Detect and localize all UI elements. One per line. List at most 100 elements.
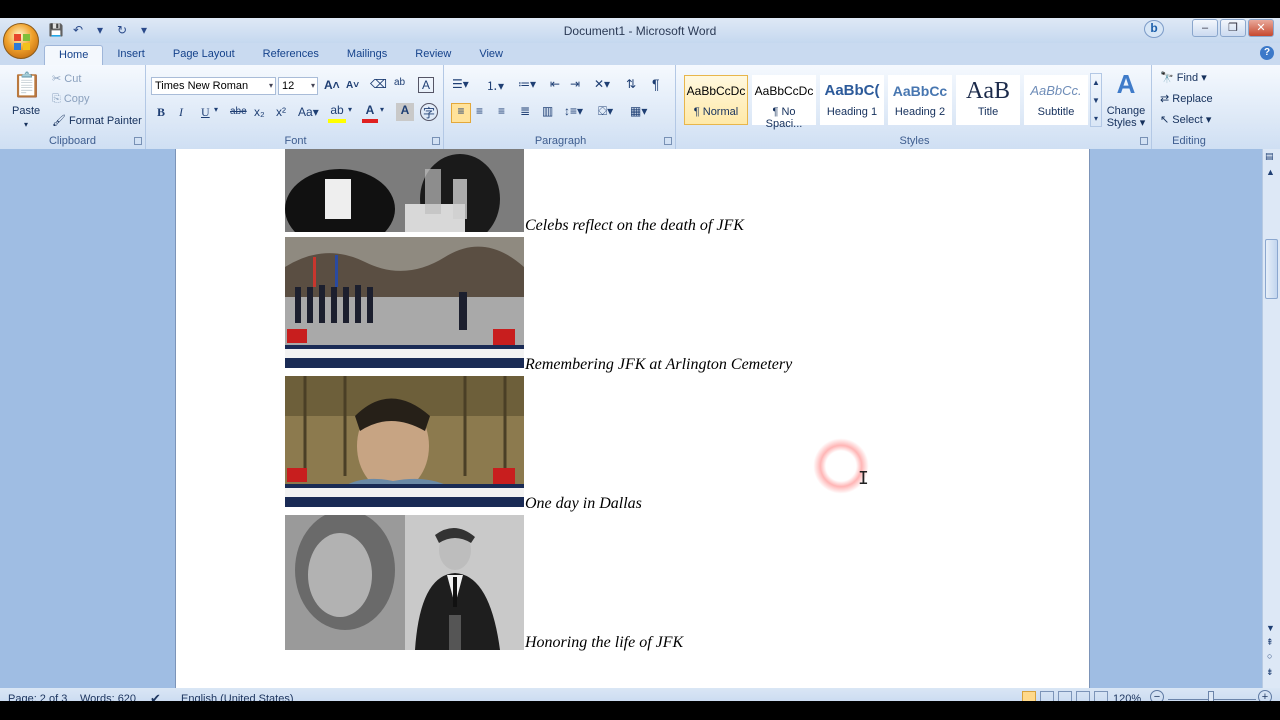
ruler-toggle-icon[interactable]: ▤ (1265, 151, 1274, 162)
italic-button[interactable]: I (179, 105, 183, 120)
format-painter-button[interactable]: 🖌 Format Painter (52, 114, 142, 127)
find-button[interactable]: 🔭 Find ▾ (1160, 71, 1207, 84)
strikethrough-button[interactable]: abe (230, 106, 247, 117)
office-button[interactable] (3, 23, 39, 59)
font-color-icon[interactable]: A (362, 103, 378, 123)
font-launcher-icon[interactable] (432, 137, 440, 145)
highlight-dropdown-icon[interactable]: ▾ (348, 105, 352, 114)
photo-jfk[interactable] (285, 515, 524, 650)
close-button[interactable]: ✕ (1248, 19, 1274, 37)
copy-button[interactable]: ⎘ Copy (52, 93, 90, 106)
shrink-font-icon[interactable]: A˅ (346, 80, 359, 91)
enclose-characters-icon[interactable]: 字 (420, 103, 438, 121)
bold-button[interactable]: B (157, 105, 165, 120)
page-count[interactable]: Page: 2 of 3 (8, 693, 67, 701)
font-size-box[interactable]: 12 ▾ (278, 77, 318, 95)
style-subtitle[interactable]: AaBbCc. Subtitle (1024, 75, 1088, 125)
clear-formatting-icon[interactable]: ⌫ (370, 77, 387, 91)
font-color-dropdown-icon[interactable]: ▾ (380, 105, 384, 114)
previous-page-icon[interactable]: ⇞ (1266, 637, 1274, 648)
style-heading-2[interactable]: AaBbCc Heading 2 (888, 75, 952, 125)
bullets-icon[interactable]: ☰▾ (452, 77, 469, 91)
align-right-icon[interactable]: ≡ (498, 104, 505, 118)
paste-button[interactable]: Paste (12, 105, 40, 117)
shading-icon[interactable]: ⛋▾ (598, 104, 613, 119)
align-center-icon[interactable]: ≡ (476, 104, 483, 118)
language-indicator[interactable]: English (United States) (181, 693, 294, 701)
multilevel-list-icon[interactable]: ≔▾ (518, 77, 536, 91)
character-shading-icon[interactable]: A (396, 103, 414, 121)
select-button[interactable]: ↖ Select ▾ (1160, 113, 1211, 126)
scroll-down-icon[interactable]: ▼ (1266, 623, 1275, 633)
tab-mailings[interactable]: Mailings (333, 45, 401, 65)
scroll-thumb[interactable] (1265, 239, 1278, 299)
style-heading-1[interactable]: AaBbC( Heading 1 (820, 75, 884, 125)
sort-icon[interactable]: ⇅ (626, 77, 636, 91)
numbering-icon[interactable]: ⒈▾ (486, 77, 504, 94)
style-no-spacing[interactable]: AaBbCcDc ¶ No Spaci... (752, 75, 816, 130)
vertical-scrollbar[interactable]: ▤ ▲ ▼ ⇞ ○ ⇟ (1262, 149, 1280, 688)
align-left-icon[interactable]: ≡ (451, 103, 471, 123)
distributed-icon[interactable]: ▥ (542, 104, 553, 118)
change-styles-icon[interactable]: A (1106, 69, 1146, 100)
photo-dallas[interactable] (285, 376, 524, 507)
tab-page-layout[interactable]: Page Layout (159, 45, 249, 65)
zoom-slider-thumb[interactable] (1208, 691, 1214, 701)
next-page-icon[interactable]: ⇟ (1266, 667, 1274, 678)
document-page[interactable]: Celebs reflect on the death of JFK Remem… (175, 149, 1090, 688)
zoom-in-icon[interactable]: + (1258, 690, 1272, 701)
font-name-box[interactable]: Times New Roman ▾ (151, 77, 276, 95)
asian-layout-icon[interactable]: ✕▾ (594, 77, 610, 91)
superscript-button[interactable]: x² (276, 105, 286, 119)
minimize-button[interactable]: – (1192, 19, 1218, 37)
restore-button[interactable]: ❐ (1220, 19, 1246, 37)
draft-icon[interactable] (1094, 691, 1108, 701)
help-icon[interactable]: ? (1260, 46, 1274, 60)
zoom-out-icon[interactable]: − (1150, 690, 1164, 701)
paragraph-launcher-icon[interactable] (664, 137, 672, 145)
replace-button[interactable]: ⇄ Replace (1160, 92, 1213, 105)
print-layout-icon[interactable] (1022, 691, 1036, 701)
font-size-dropdown-icon[interactable]: ▾ (311, 78, 315, 94)
borders-icon[interactable]: ▦▾ (630, 104, 647, 118)
highlight-icon[interactable]: ab (328, 103, 346, 123)
decrease-indent-icon[interactable]: ⇤ (550, 77, 560, 91)
tab-insert[interactable]: Insert (103, 45, 159, 65)
cut-button[interactable]: ✂ Cut (52, 72, 81, 85)
styles-scroll-icon[interactable]: ▲ ▼ ▾ (1090, 73, 1102, 127)
photo-celebs[interactable] (285, 149, 524, 232)
underline-dropdown-icon[interactable]: ▾ (214, 105, 218, 114)
justify-icon[interactable]: ≣ (520, 104, 530, 118)
change-case-button[interactable]: Aa▾ (298, 105, 319, 119)
zoom-level[interactable]: 120% (1113, 693, 1141, 701)
show-hide-icon[interactable]: ¶ (652, 76, 660, 92)
web-layout-icon[interactable] (1058, 691, 1072, 701)
paste-dropdown-icon[interactable]: ▾ (24, 120, 28, 129)
change-styles-button[interactable]: Change Styles ▾ (1106, 105, 1146, 129)
paste-icon[interactable]: 📋 (12, 71, 42, 101)
grow-font-icon[interactable]: A˄ (324, 78, 340, 92)
word-count[interactable]: Words: 620 (80, 693, 136, 701)
bing-icon[interactable]: b (1144, 20, 1164, 38)
subscript-button[interactable]: x₂ (254, 105, 265, 119)
character-border-icon[interactable]: A (418, 77, 434, 93)
tab-references[interactable]: References (249, 45, 333, 65)
increase-indent-icon[interactable]: ⇥ (570, 77, 580, 91)
clipboard-launcher-icon[interactable] (134, 137, 142, 145)
photo-arlington[interactable] (285, 237, 524, 368)
scroll-up-icon[interactable]: ▲ (1266, 167, 1275, 177)
style-normal[interactable]: AaBbCcDc ¶ Normal (684, 75, 748, 125)
tab-home[interactable]: Home (44, 45, 104, 65)
outline-icon[interactable] (1076, 691, 1090, 701)
font-name-dropdown-icon[interactable]: ▾ (269, 78, 273, 94)
underline-button[interactable]: U (201, 105, 210, 120)
style-title[interactable]: AaB Title (956, 75, 1020, 125)
line-spacing-icon[interactable]: ↕≡▾ (564, 104, 583, 118)
tab-review[interactable]: Review (401, 45, 465, 65)
document-area[interactable]: Celebs reflect on the death of JFK Remem… (0, 149, 1262, 688)
proofing-icon[interactable]: ✔ (150, 691, 161, 701)
styles-launcher-icon[interactable] (1140, 137, 1148, 145)
phonetic-guide-icon[interactable]: ab (394, 77, 405, 88)
tab-view[interactable]: View (465, 45, 517, 65)
full-screen-reading-icon[interactable] (1040, 691, 1054, 701)
